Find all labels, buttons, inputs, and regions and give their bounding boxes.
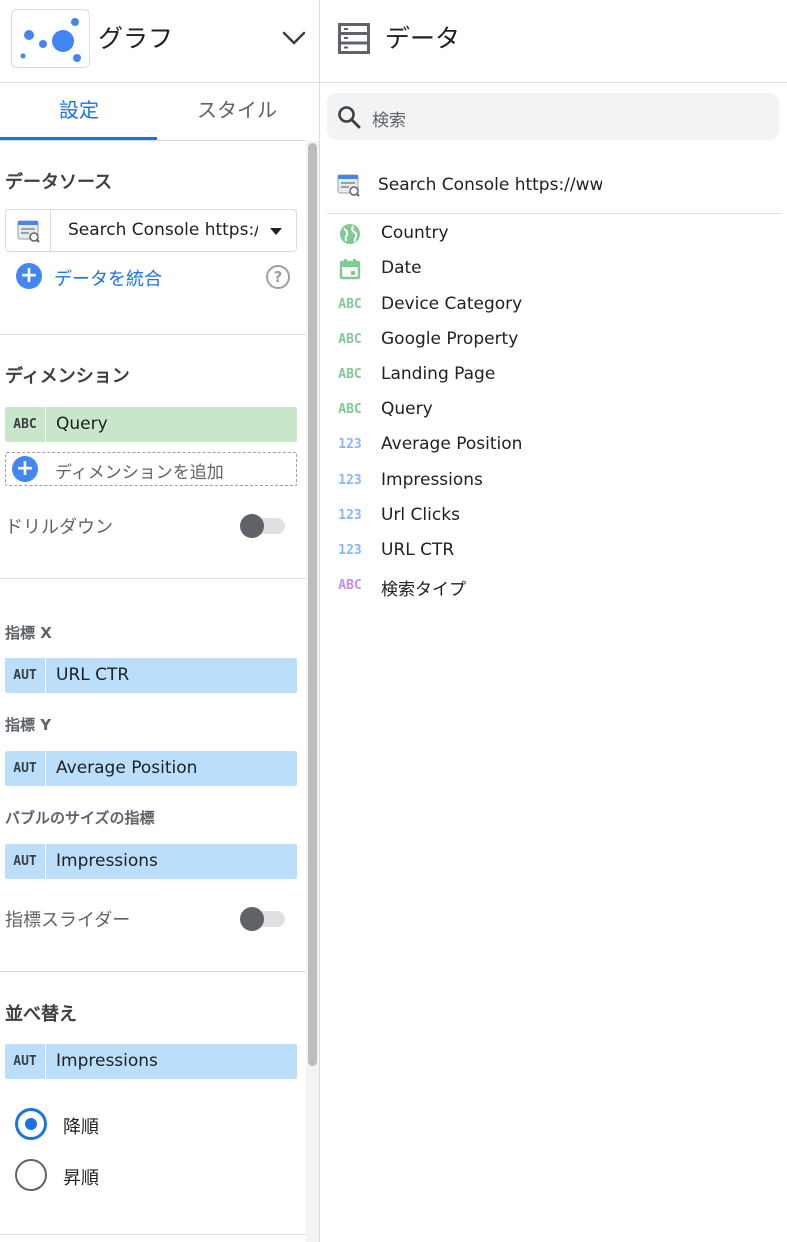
number-type-icon: 123: [338, 508, 362, 523]
field-label: Url Clicks: [381, 505, 460, 525]
search-console-icon: [335, 171, 363, 203]
field-label: Device Category: [381, 294, 523, 314]
field-label: Landing Page: [381, 364, 496, 384]
scrollbar-thumb[interactable]: [308, 143, 317, 1066]
globe-icon: [338, 223, 362, 244]
text-type-icon: ABC: [338, 332, 362, 347]
radio-descending[interactable]: [15, 1108, 47, 1140]
search-console-icon: [17, 220, 40, 243]
field-item[interactable]: ABC 検索タイプ: [338, 572, 758, 602]
section-divider: [0, 1234, 306, 1235]
chip-label: Query: [56, 414, 108, 434]
radio-descending-label: 降順: [63, 1117, 99, 1138]
metric-y-title: 指標 Y: [5, 716, 52, 734]
dropdown-caret-icon: [270, 228, 282, 235]
field-item[interactable]: ABC Query: [338, 396, 758, 426]
field-item[interactable]: Country: [338, 220, 758, 250]
bubble-size-metric-title: バブルのサイズの指標: [5, 809, 155, 827]
section-divider: [0, 334, 306, 335]
help-icon[interactable]: ?: [266, 265, 290, 289]
field-label: Impressions: [381, 470, 483, 490]
toggle-knob[interactable]: [240, 514, 264, 538]
chip-label: Impressions: [56, 851, 158, 871]
number-type-icon: 123: [338, 473, 362, 488]
metric-x-chip[interactable]: AUT URL CTR: [5, 658, 297, 693]
radio-ascending[interactable]: [15, 1159, 47, 1191]
field-item[interactable]: ABC Google Property: [338, 326, 758, 356]
chip-label: URL CTR: [56, 665, 130, 685]
dimension-title: ディメンション: [5, 366, 130, 387]
field-label: 検索タイプ: [381, 580, 466, 600]
field-item[interactable]: 123 URL CTR: [338, 537, 758, 567]
field-label: URL CTR: [381, 540, 455, 560]
header-divider: [0, 82, 319, 83]
text-type-icon: ABC: [338, 578, 362, 593]
number-type-icon: 123: [338, 437, 362, 452]
metric-slider-label: 指標スライダー: [5, 910, 131, 931]
sort-title: 並べ替え: [5, 1004, 77, 1025]
auto-aggregation-icon: AUT: [5, 658, 46, 693]
field-label: Average Position: [381, 434, 523, 454]
section-divider: [0, 578, 306, 579]
dimension-chip-query[interactable]: ABC Query: [5, 407, 297, 442]
field-item[interactable]: ABC Device Category: [338, 291, 758, 321]
add-dimension-label: ディメンションを追加: [55, 463, 224, 483]
field-item[interactable]: 123 Average Position: [338, 431, 758, 461]
text-type-icon: ABC: [338, 367, 362, 382]
bubble-chart-icon[interactable]: [11, 9, 90, 68]
auto-aggregation-icon: AUT: [5, 844, 46, 879]
sort-chip[interactable]: AUT Impressions: [5, 1044, 297, 1079]
auto-aggregation-icon: AUT: [5, 1044, 46, 1079]
field-item[interactable]: 123 Url Clicks: [338, 502, 758, 532]
drilldown-label: ドリルダウン: [5, 517, 113, 538]
radio-ascending-label: 昇順: [63, 1168, 99, 1189]
chart-type-label[interactable]: グラフ: [98, 19, 173, 55]
data-source-value: Search Console https:/...: [68, 220, 258, 240]
data-source-divider: [327, 213, 782, 214]
search-console-icon-cell: [5, 209, 51, 252]
section-divider: [0, 971, 306, 972]
metric-y-chip[interactable]: AUT Average Position: [5, 751, 297, 786]
auto-aggregation-icon: AUT: [5, 751, 46, 786]
add-circle-icon[interactable]: +: [16, 263, 42, 289]
chevron-down-icon[interactable]: [280, 24, 308, 52]
field-item[interactable]: ABC Landing Page: [338, 361, 758, 391]
tab-settings[interactable]: 設定: [0, 84, 158, 140]
table-icon: [338, 23, 370, 54]
field-item[interactable]: Date: [338, 255, 758, 285]
search-icon: [337, 105, 361, 133]
data-header-divider: [320, 82, 787, 83]
data-source-title: データソース: [5, 172, 113, 193]
text-type-icon: ABC: [338, 297, 362, 312]
metric-x-title: 指標 X: [5, 624, 52, 642]
toggle-knob[interactable]: [240, 907, 264, 931]
add-circle-icon[interactable]: +: [12, 456, 38, 482]
chip-label: Impressions: [56, 1051, 158, 1071]
field-label: Date: [381, 258, 422, 278]
text-type-icon: ABC: [5, 407, 46, 442]
panel-divider: [319, 0, 320, 1242]
field-label: Country: [381, 223, 449, 243]
chip-label: Average Position: [56, 758, 198, 778]
field-label: Google Property: [381, 329, 519, 349]
tabs-divider: [0, 140, 306, 141]
data-panel-title: データ: [385, 24, 461, 53]
field-label: Query: [381, 399, 433, 419]
calendar-icon: [338, 258, 362, 280]
bubble-size-chip[interactable]: AUT Impressions: [5, 844, 297, 879]
search-placeholder: 検索: [372, 111, 406, 131]
tab-style[interactable]: スタイル: [158, 84, 316, 140]
number-type-icon: 123: [338, 543, 362, 558]
data-source-name: Search Console https://www.: [378, 175, 602, 195]
blend-data-link[interactable]: データを統合: [54, 265, 162, 291]
text-type-icon: ABC: [338, 402, 362, 417]
field-item[interactable]: 123 Impressions: [338, 467, 758, 497]
